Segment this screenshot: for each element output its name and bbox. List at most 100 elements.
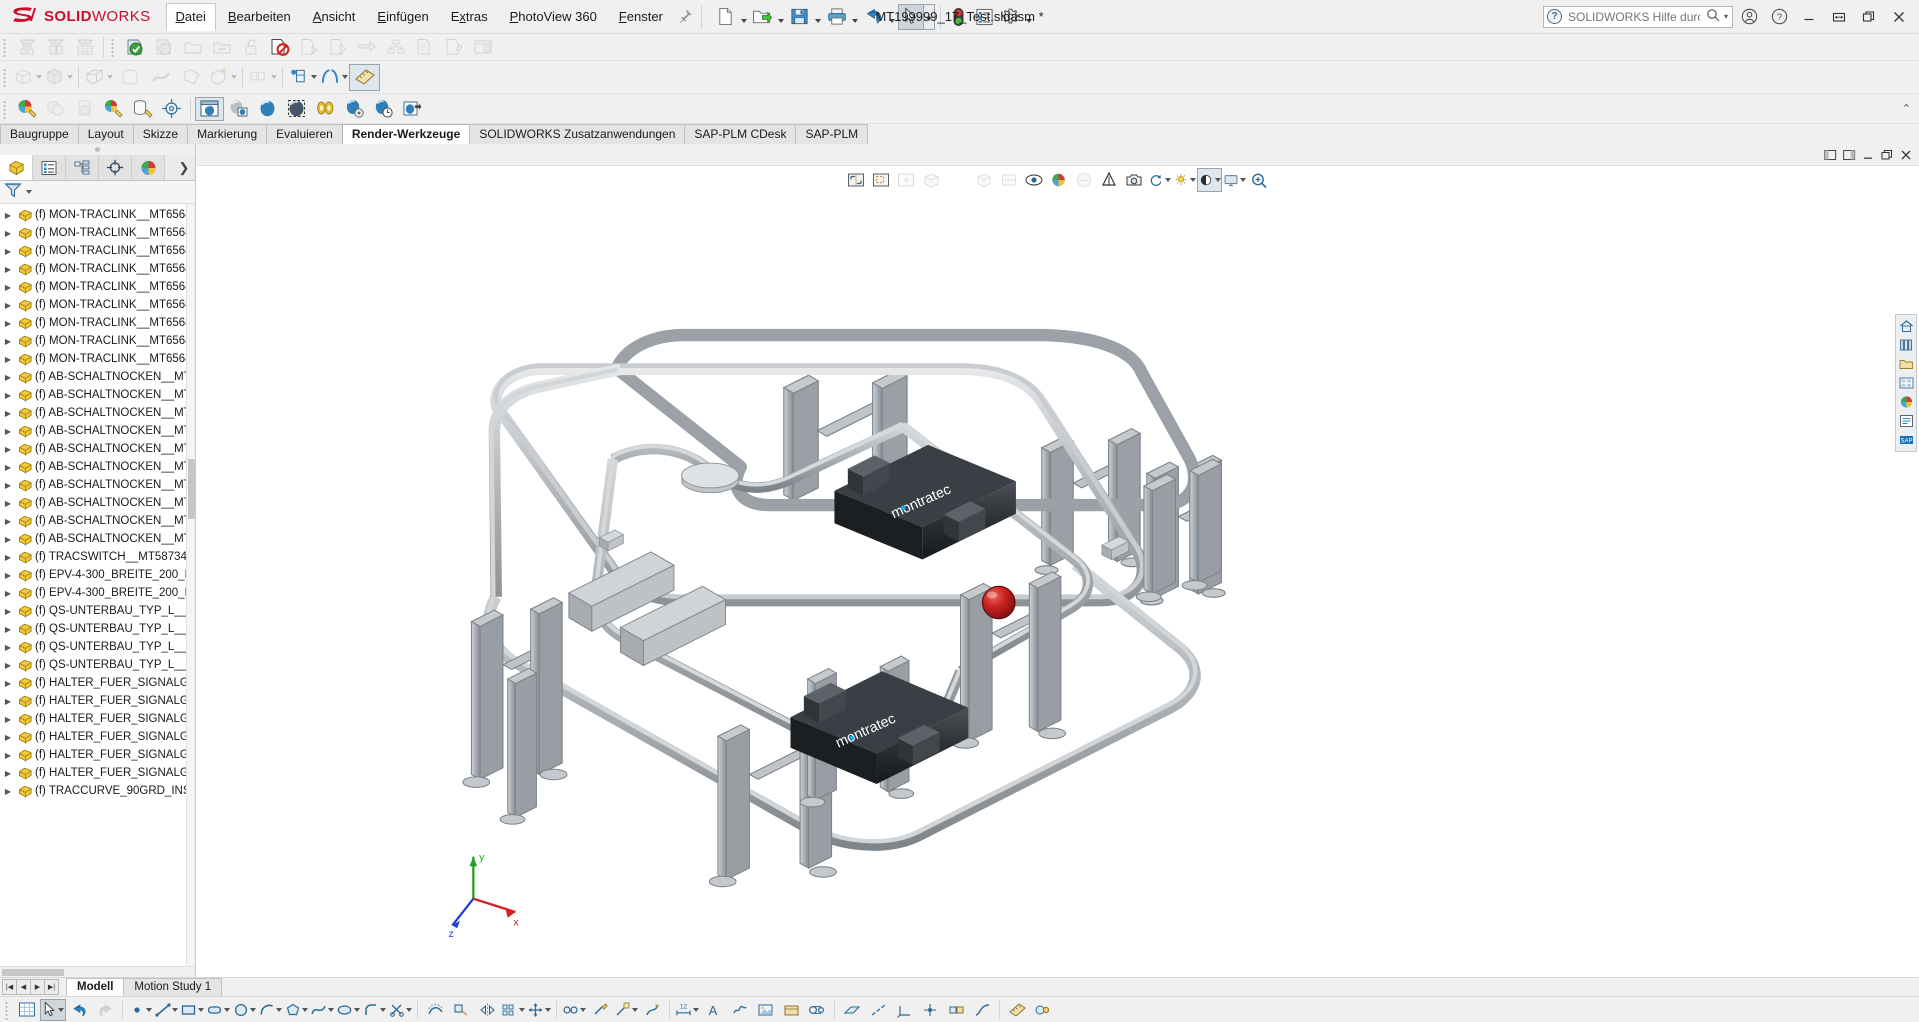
options-caret[interactable] <box>1024 4 1035 30</box>
tree-item[interactable]: ▶ (f) MON-TRACLINK__MT65682<6 <box>0 206 195 224</box>
decal-target-button[interactable] <box>157 97 186 121</box>
tree-item[interactable]: ▶ (f) TRACCURVE_90GRD_INSIDE_ <box>0 782 195 800</box>
redo-sketch-button[interactable] <box>92 999 118 1021</box>
collapse-ribbon-caret[interactable]: ⌃ <box>1902 102 1919 115</box>
expand-arrow-icon[interactable]: ▶ <box>0 409 16 418</box>
open-from-vault-button[interactable] <box>178 35 207 59</box>
circle-icon[interactable] <box>231 999 257 1021</box>
fillet-icon[interactable] <box>361 999 387 1021</box>
tree-item[interactable]: ▶ (f) MON-TRACLINK__MT65682<1 <box>0 278 195 296</box>
check-out-button[interactable] <box>149 35 178 59</box>
tab-render-werkzeuge[interactable]: Render-Werkzeuge <box>341 124 471 144</box>
chevron-down-icon[interactable] <box>328 1007 334 1012</box>
measure-icon[interactable] <box>1004 999 1030 1021</box>
save-button[interactable] <box>787 4 813 30</box>
tab-motion-study-1[interactable]: Motion Study 1 <box>123 978 223 996</box>
chevron-down-icon[interactable] <box>693 1007 699 1012</box>
expand-arrow-icon[interactable]: ▶ <box>0 355 16 364</box>
menu-item-fenster[interactable]: Fenster <box>609 3 673 31</box>
expand-arrow-icon[interactable]: ▶ <box>0 481 16 490</box>
expand-arrow-icon[interactable]: ▶ <box>0 373 16 382</box>
chevron-down-icon[interactable] <box>545 1007 551 1012</box>
expand-arrow-icon[interactable]: ▶ <box>0 319 16 328</box>
tree-item[interactable]: ▶ (f) AB-SCHALTNOCKEN__MT453 <box>0 422 195 440</box>
menu-item-photoview360[interactable]: PhotoView 360 <box>500 3 607 31</box>
help-search-box[interactable]: ? ▾ <box>1543 5 1733 28</box>
chevron-down-icon[interactable] <box>275 1007 282 1012</box>
polygon-icon[interactable] <box>283 999 309 1021</box>
tree-item[interactable]: ▶ (f) HALTER_FUER_SIGNALGEBER_ <box>0 692 195 710</box>
home-icon[interactable] <box>1897 317 1915 335</box>
workflow-button[interactable] <box>381 35 410 59</box>
undo-button[interactable] <box>861 4 887 30</box>
expand-arrow-icon[interactable]: ▶ <box>0 751 16 760</box>
rapid-sketch-icon[interactable] <box>639 999 665 1021</box>
save-caret[interactable] <box>813 4 824 30</box>
expand-arrow-icon[interactable]: ▶ <box>0 661 16 670</box>
tree-item[interactable]: ▶ (f) QS-UNTERBAU_TYP_L__MT568 <box>0 620 195 638</box>
spline-icon[interactable] <box>309 999 335 1021</box>
panel-resize-handle[interactable] <box>0 144 195 155</box>
tab-sap-plm[interactable]: SAP-PLM <box>795 124 869 144</box>
next-version-button[interactable] <box>323 35 352 59</box>
tree-item[interactable]: ▶ (f) HALTER_FUER_SIGNALGEBER_ <box>0 764 195 782</box>
chevron-down-icon[interactable] <box>580 1007 586 1012</box>
insert-components-button[interactable] <box>12 35 41 59</box>
expand-arrow-icon[interactable]: ▶ <box>0 337 16 346</box>
feature-tree[interactable]: ▶ (f) MON-TRACLINK__MT65682<6 ▶ (f) MON-TRA… <box>0 204 195 966</box>
menu-item-einfuegen[interactable]: Einfügen <box>367 3 438 31</box>
expand-arrow-icon[interactable]: ▶ <box>0 589 16 598</box>
graphics-viewport[interactable]: montratec montratec y x z SAP <box>196 144 1919 977</box>
curve-icon[interactable] <box>969 999 995 1021</box>
chevron-down-icon[interactable] <box>36 75 42 79</box>
expand-arrow-icon[interactable]: ▶ <box>0 607 16 616</box>
tree-item[interactable]: ▶ (f) AB-SCHALTNOCKEN__MT453 <box>0 476 195 494</box>
configuration-manager-tab[interactable] <box>66 155 99 180</box>
tree-item[interactable]: ▶ (f) AB-SCHALTNOCKEN__MT453 <box>0 368 195 386</box>
expand-arrow-icon[interactable]: ▶ <box>0 535 16 544</box>
folder-icon[interactable] <box>1897 355 1915 373</box>
unlock-button[interactable] <box>236 35 265 59</box>
expand-arrow-icon[interactable]: ▶ <box>0 229 16 238</box>
display-properties-button[interactable] <box>972 4 998 30</box>
chevron-down-icon[interactable] <box>632 1007 638 1012</box>
feature-manager-tab[interactable] <box>0 155 33 180</box>
tree-item[interactable]: ▶ (f) MON-TRACLINK__MT65682<1 <box>0 350 195 368</box>
properties-card-button[interactable] <box>439 35 468 59</box>
maximize-button[interactable] <box>1855 4 1883 30</box>
tree-item[interactable]: ▶ (f) MON-TRACLINK__MT65682<1 <box>0 332 195 350</box>
cancel-checkout-button[interactable] <box>265 35 294 59</box>
print-caret[interactable] <box>850 4 861 30</box>
feature-tree-horizontal-scrollbar[interactable] <box>0 966 195 977</box>
next-tab-button[interactable]: ▶ <box>30 979 45 995</box>
tree-item[interactable]: ▶ (f) HALTER_FUER_SIGNALGEBER_ <box>0 710 195 728</box>
chevron-down-icon[interactable] <box>342 75 348 79</box>
quick-snaps-icon[interactable] <box>613 999 639 1021</box>
chevron-down-icon[interactable] <box>171 1007 178 1012</box>
final-render-button[interactable] <box>253 97 282 121</box>
print-button[interactable] <box>824 4 850 30</box>
expand-arrow-icon[interactable]: ▶ <box>0 643 16 652</box>
reference-point-icon[interactable] <box>917 999 943 1021</box>
scrollbar-thumb[interactable] <box>188 459 195 519</box>
new-sketch-button[interactable] <box>287 64 318 91</box>
expand-arrow-icon[interactable]: ▶ <box>0 211 16 220</box>
expand-arrow-icon[interactable]: ▶ <box>0 247 16 256</box>
trim-icon[interactable] <box>387 999 413 1021</box>
belt-chain-icon[interactable] <box>804 999 830 1021</box>
scrollbar-thumb-h[interactable] <box>2 969 64 976</box>
expand-arrow-icon[interactable]: ▶ <box>0 787 16 796</box>
library-icon[interactable] <box>1897 336 1915 354</box>
tree-item[interactable]: ▶ (f) MON-TRACLINK__MT65682<8 <box>0 242 195 260</box>
tab-skizze[interactable]: Skizze <box>132 124 189 144</box>
tree-item[interactable]: ▶ (f) AB-SCHALTNOCKEN__MT453 <box>0 458 195 476</box>
color-sphere-icon[interactable] <box>1897 393 1915 411</box>
chevron-down-icon[interactable] <box>231 75 237 79</box>
expand-arrow-icon[interactable]: ▶ <box>0 571 16 580</box>
first-tab-button[interactable]: |◀ <box>2 979 17 995</box>
chevron-down-icon[interactable] <box>107 75 113 79</box>
last-tab-button[interactable]: ▶| <box>44 979 59 995</box>
smart-fasteners-button[interactable] <box>207 64 238 91</box>
filter-funnel-icon[interactable] <box>4 182 23 202</box>
expand-arrow-icon[interactable]: ▶ <box>0 553 16 562</box>
